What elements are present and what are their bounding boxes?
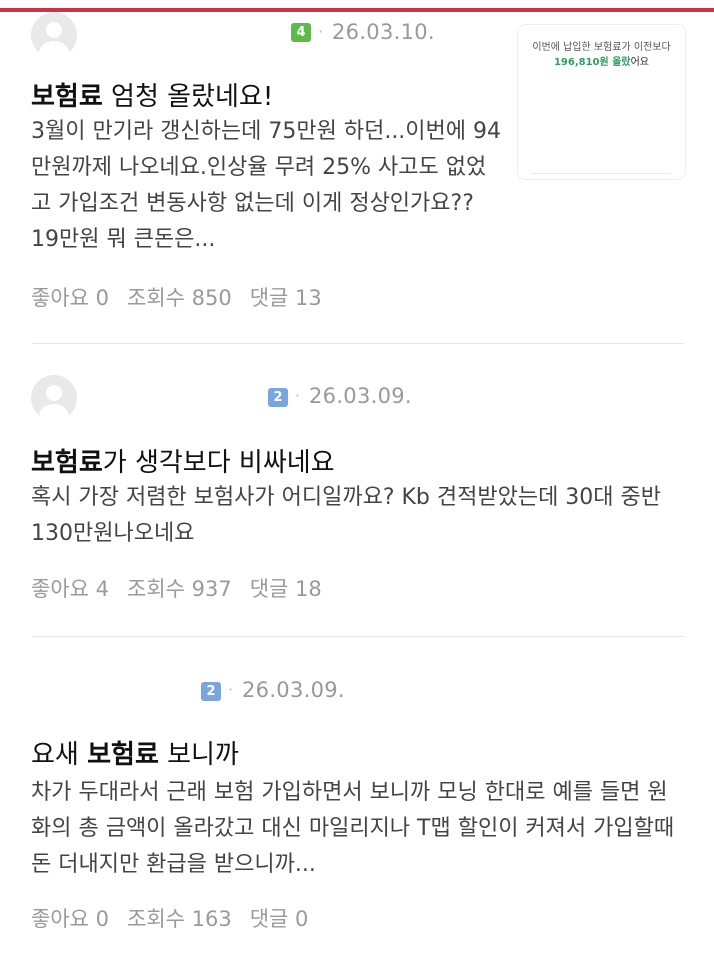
post-date: 26.03.10.: [332, 20, 435, 44]
thumbnail-text-line2: 196,810원 올랐어요: [518, 53, 685, 68]
post-item[interactable]: 2 · 26.03.09. 보험료가 생각보다 비싸네요 혹시 가장 저렴한 보…: [0, 344, 714, 636]
title-rest: 보니까: [158, 740, 239, 770]
post-meta: 좋아요 0 조회수 850 댓글 13: [31, 282, 340, 312]
avatar-body-shape: [39, 41, 69, 58]
comments-count: 댓글 18: [249, 577, 322, 601]
post-meta: 좋아요 4 조회수 937 댓글 18: [31, 573, 340, 603]
title-prefix: 요새: [31, 740, 88, 770]
level-badge: 2: [268, 388, 288, 407]
thumbnail-text-line1: 이번에 납입한 보험료가 이전보다: [532, 42, 671, 53]
thumbnail-suffix: 어요: [630, 57, 650, 68]
avatar-head-shape: [46, 385, 62, 401]
avatar-head-shape: [46, 22, 62, 38]
post-date: 26.03.09.: [309, 384, 412, 408]
post-excerpt[interactable]: 차가 두대라서 근래 보험 가입하면서 보니까 모닝 한대로 예를 들면 원화의…: [31, 775, 683, 883]
likes-count: 좋아요 0: [31, 907, 109, 931]
likes-count: 좋아요 4: [31, 577, 109, 601]
post-title[interactable]: 요새 보험료 보니까: [31, 734, 239, 771]
thumbnail-amount: 196,810원 올랐: [553, 57, 631, 68]
title-highlight: 보험료: [87, 740, 159, 770]
comments-count: 댓글 13: [249, 286, 322, 310]
level-badge: 4: [291, 23, 311, 42]
separator-dot: ·: [318, 22, 324, 41]
title-highlight: 보험료: [31, 82, 103, 112]
views-count: 조회수 163: [127, 907, 232, 931]
avatar[interactable]: [31, 375, 77, 421]
post-item[interactable]: 4 · 26.03.10. 보험료 엄청 올랐네요! 3월이 만기라 갱신하는데…: [0, 0, 714, 343]
thumbnail-divider: [532, 173, 671, 174]
post-thumbnail[interactable]: 이번에 납입한 보험료가 이전보다 196,810원 올랐어요: [517, 24, 686, 180]
avatar[interactable]: [31, 12, 77, 58]
title-rest: 가 생각보다 비싸네요: [102, 448, 335, 478]
views-count: 조회수 850: [127, 286, 232, 310]
views-count: 조회수 937: [127, 577, 232, 601]
likes-count: 좋아요 0: [31, 286, 109, 310]
title-rest: 엄청 올랐네요!: [102, 82, 274, 112]
post-excerpt[interactable]: 3월이 만기라 갱신하는데 75만원 하던...이번에 94만원까제 나오네요.…: [31, 114, 501, 258]
post-excerpt[interactable]: 혹시 가장 저렴한 보험사가 어디일까요? Kb 견적받았는데 30대 중반 1…: [31, 480, 683, 552]
post-title[interactable]: 보험료 엄청 올랐네요!: [31, 76, 273, 113]
post-meta: 좋아요 0 조회수 163 댓글 0: [31, 903, 326, 933]
separator-dot: ·: [295, 386, 301, 405]
level-badge: 2: [201, 682, 221, 701]
separator-dot: ·: [228, 680, 234, 699]
post-date: 26.03.09.: [242, 678, 345, 702]
post-item[interactable]: 2 · 26.03.09. 요새 보험료 보니까 차가 두대라서 근래 보험 가…: [0, 637, 714, 959]
avatar-body-shape: [39, 404, 69, 421]
comments-count: 댓글 0: [249, 907, 309, 931]
post-title[interactable]: 보험료가 생각보다 비싸네요: [31, 442, 335, 479]
title-highlight: 보험료: [31, 448, 103, 478]
